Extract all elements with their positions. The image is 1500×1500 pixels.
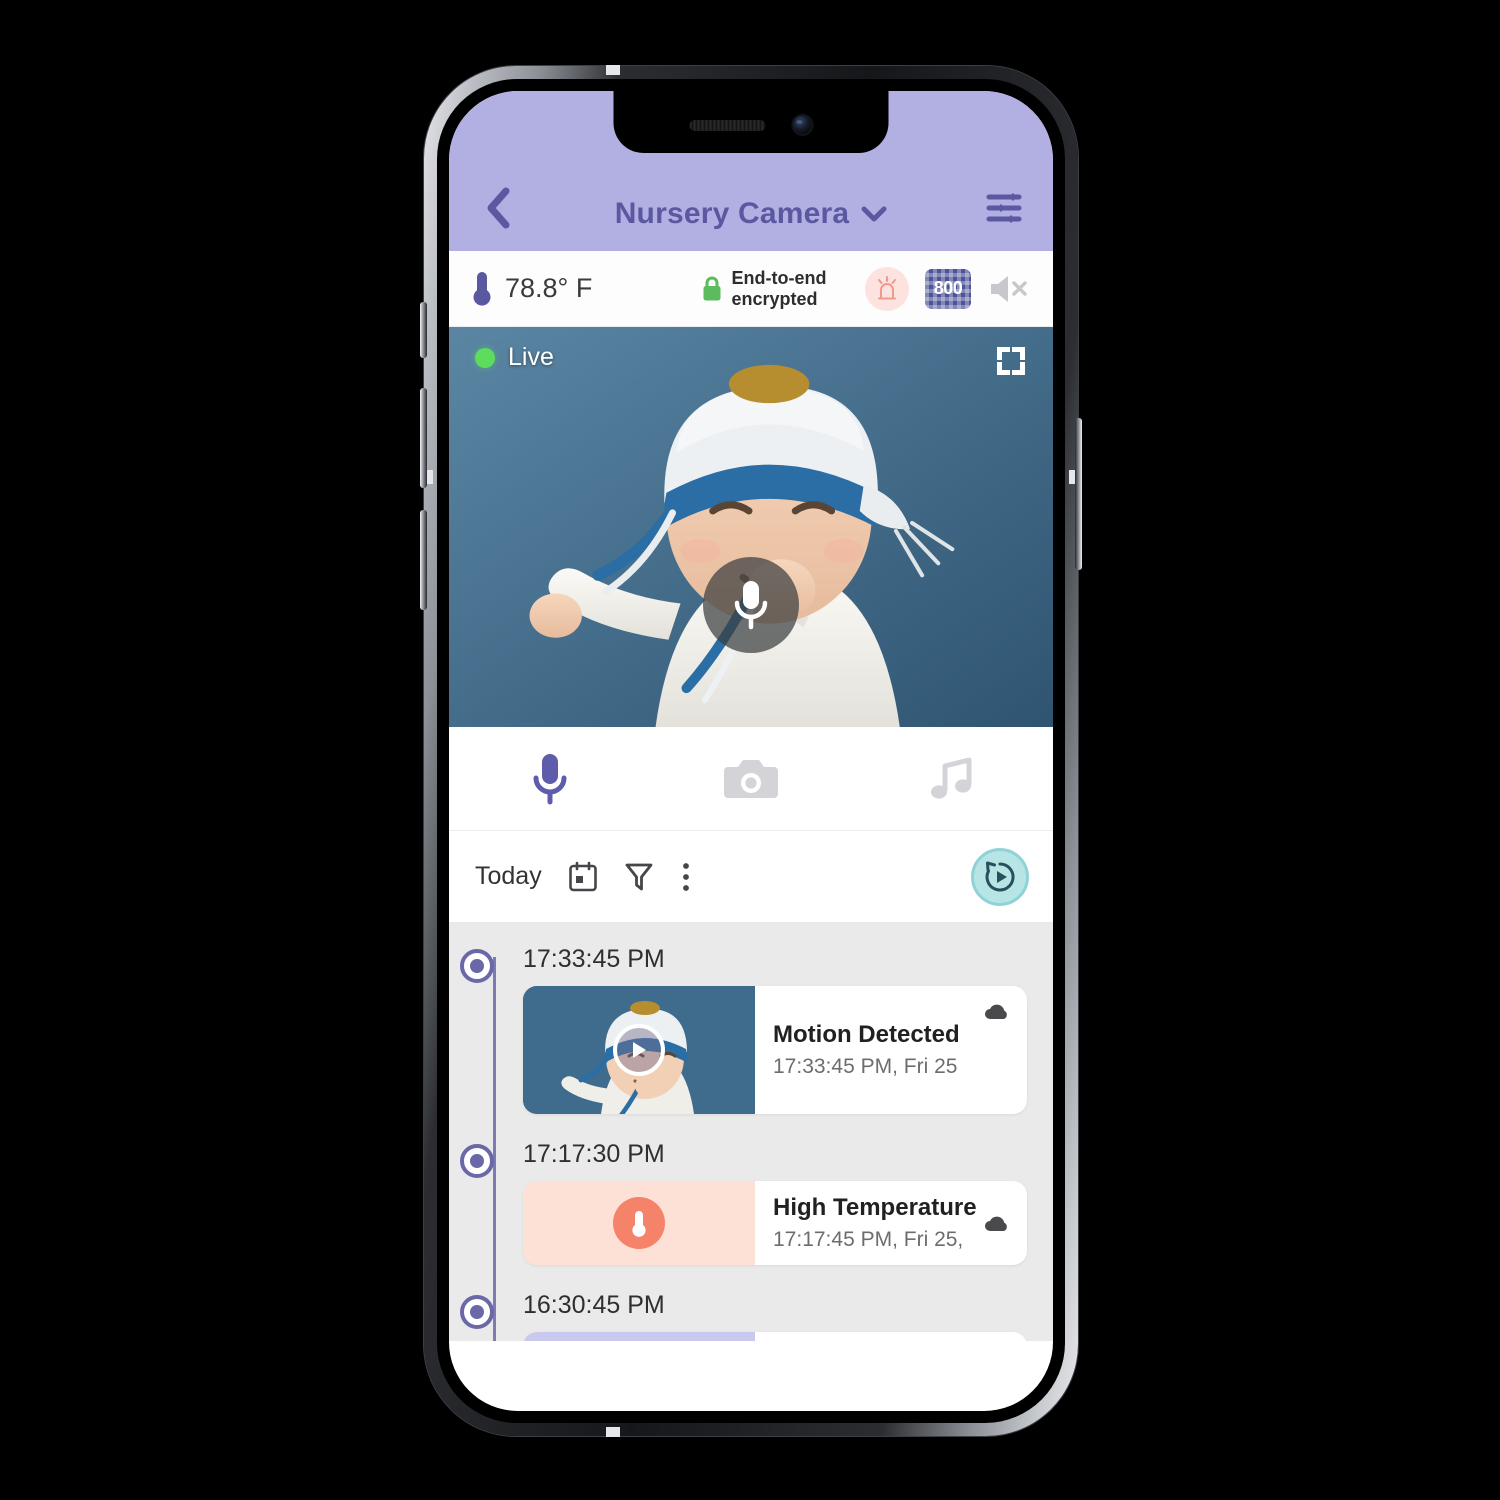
funnel-icon <box>625 863 653 890</box>
timeline-event: 16:30:45 PM <box>460 1291 1027 1341</box>
photo-action-button[interactable] <box>650 755 851 803</box>
speaker-mute-icon <box>991 275 1027 302</box>
siren-icon <box>878 275 896 299</box>
mute-button[interactable] <box>987 272 1031 306</box>
thermometer-icon <box>473 271 491 306</box>
event-thumbnail <box>523 1332 755 1341</box>
live-label: Live <box>508 343 554 371</box>
timeline-filter-bar: Today <box>449 831 1053 923</box>
play-icon <box>633 1042 646 1058</box>
music-action-button[interactable] <box>852 755 1053 803</box>
resolution-badge[interactable]: 800 <box>925 268 971 309</box>
phone-screen: Nursery Camera 78.8° F End-to-end encryp… <box>449 91 1053 1411</box>
event-title: Motion Detected <box>773 1020 960 1048</box>
fullscreen-icon <box>997 347 1025 375</box>
event-thumbnail <box>523 1181 755 1265</box>
thermometer-icon <box>632 1211 646 1237</box>
phone-bezel: Nursery Camera 78.8° F End-to-end encryp… <box>437 79 1065 1423</box>
event-title: High Temperature <box>773 1193 977 1221</box>
antenna-band-bottom <box>606 1427 620 1437</box>
status-icon-group: 800 <box>865 266 1031 311</box>
status-strip: 78.8° F End-to-end encrypted 800 <box>449 251 1053 327</box>
action-bar <box>449 727 1053 831</box>
timeline-dot <box>460 1144 494 1178</box>
encryption-line-1: End-to-end <box>731 268 827 289</box>
event-time-label: 17:17:30 PM <box>523 1140 665 1168</box>
resolution-label: 800 <box>933 278 963 298</box>
event-time-label: 17:33:45 PM <box>523 945 665 973</box>
event-card-sound[interactable]: Sound Detected 17:17:45 PM, Fri 25, <box>523 1332 1027 1341</box>
temperature-value: 78.8° F <box>505 273 593 303</box>
fullscreen-button[interactable] <box>991 341 1031 381</box>
microphone-icon <box>734 581 768 630</box>
temperature-readout: 78.8° F <box>471 269 661 309</box>
encryption-label: End-to-end encrypted <box>732 268 827 308</box>
earpiece-speaker-icon <box>689 119 765 131</box>
page-title: Nursery Camera <box>614 197 850 230</box>
baby-video-illustration <box>449 327 1053 727</box>
camera-icon <box>723 759 778 798</box>
microphone-icon <box>533 753 567 804</box>
screenshot-canvas: Nursery Camera 78.8° F End-to-end encryp… <box>0 0 1500 1500</box>
power-button[interactable] <box>1075 418 1082 570</box>
lock-icon <box>703 276 720 300</box>
playback-button[interactable] <box>971 847 1029 906</box>
device-notch <box>613 91 889 153</box>
replay-playback-icon <box>985 861 1015 891</box>
filter-button[interactable] <box>624 861 654 893</box>
front-camera-icon <box>791 114 813 136</box>
more-options-button[interactable] <box>680 861 692 893</box>
alarm-button[interactable] <box>865 266 909 311</box>
live-status-dot <box>475 347 495 368</box>
temperature-badge <box>613 1197 665 1249</box>
event-card-motion[interactable]: Motion Detected 17:33:45 PM, Fri 25 <box>523 986 1027 1114</box>
today-label[interactable]: Today <box>475 862 542 891</box>
filter-controls: Today <box>475 861 971 893</box>
talk-action-button[interactable] <box>449 751 650 807</box>
volume-down-button[interactable] <box>420 510 427 610</box>
event-time-label: 16:30:45 PM <box>523 1291 665 1319</box>
event-thumbnail[interactable] <box>523 986 755 1114</box>
more-vertical-icon <box>682 862 689 891</box>
antenna-band-top <box>606 65 620 75</box>
push-to-talk-button[interactable] <box>703 557 799 653</box>
encryption-status: End-to-end encrypted <box>661 268 865 309</box>
event-card-temperature[interactable]: High Temperature 17:17:45 PM, Fri 25, <box>523 1181 1027 1265</box>
music-note-icon <box>931 757 972 799</box>
chevron-left-icon <box>487 187 510 229</box>
timeline-dot <box>460 949 494 983</box>
encryption-line-2: encrypted <box>731 288 818 309</box>
live-video-feed[interactable]: Live <box>449 327 1053 727</box>
sliders-icon <box>986 193 1022 223</box>
play-button[interactable] <box>613 1024 665 1076</box>
event-subtitle: 17:17:45 PM, Fri 25, <box>773 1228 964 1252</box>
event-details: Sound Detected 17:17:45 PM, Fri 25, <box>755 1332 1027 1341</box>
timeline-event: 17:17:30 PM High Temperature 17:17:45 PM… <box>460 1140 1027 1265</box>
live-indicator: Live <box>475 343 554 372</box>
silence-switch[interactable] <box>420 302 427 358</box>
volume-up-button[interactable] <box>420 388 427 488</box>
phone-device-frame: Nursery Camera 78.8° F End-to-end encryp… <box>420 65 1082 1437</box>
camera-selector[interactable]: Nursery Camera <box>521 197 981 231</box>
timeline-event: 17:33:45 PM Motion Detected 17:33:45 PM,… <box>460 945 1027 1114</box>
chevron-down-icon <box>861 206 887 222</box>
cloud-icon[interactable] <box>983 1002 1011 1020</box>
event-subtitle: 17:33:45 PM, Fri 25 <box>773 1055 958 1079</box>
settings-button[interactable] <box>981 185 1027 231</box>
cloud-icon[interactable] <box>983 1214 1011 1232</box>
event-timeline[interactable]: 17:33:45 PM Motion Detected 17:33:45 PM,… <box>449 923 1053 1341</box>
calendar-icon <box>568 861 597 891</box>
calendar-button[interactable] <box>568 861 598 893</box>
back-button[interactable] <box>475 185 521 231</box>
timeline-dot <box>460 1295 494 1329</box>
